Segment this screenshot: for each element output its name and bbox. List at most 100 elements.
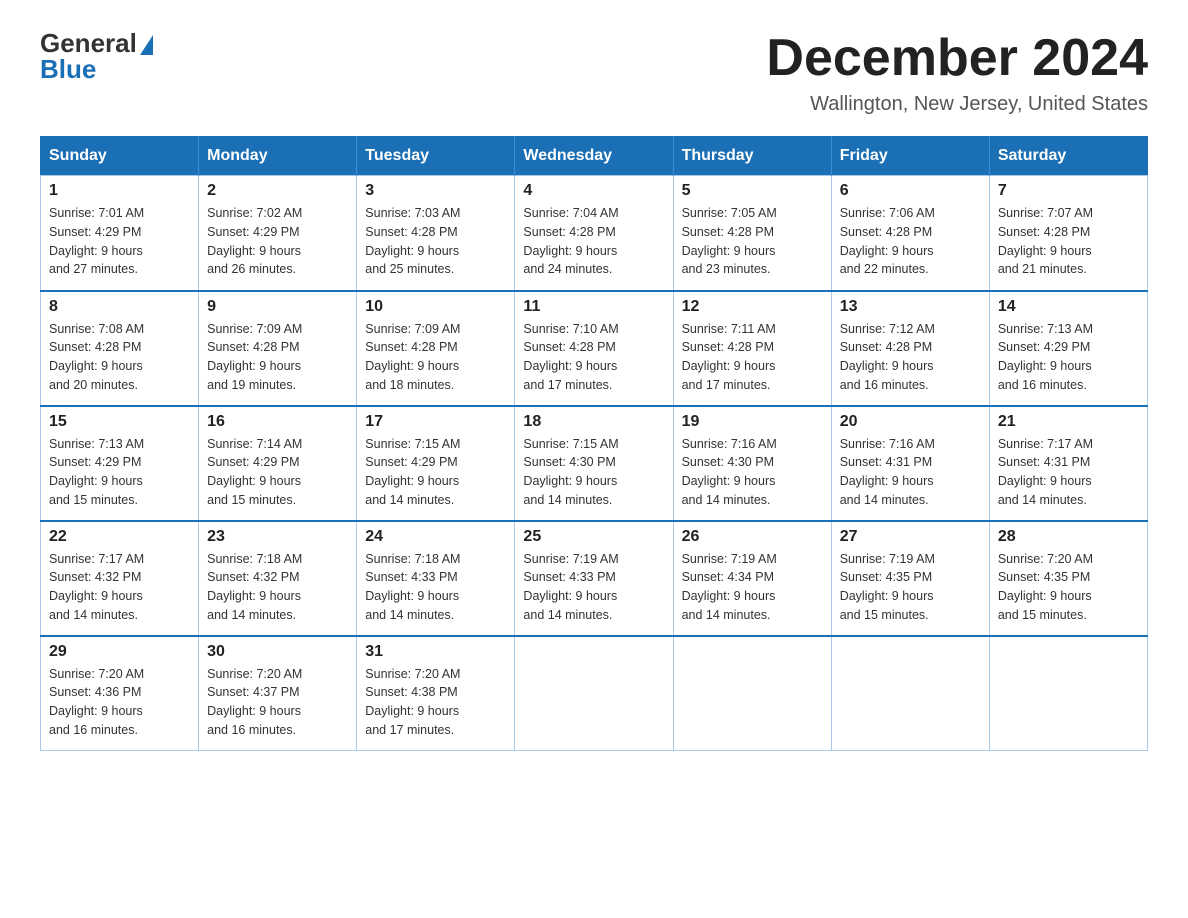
day-cell: 15Sunrise: 7:13 AMSunset: 4:29 PMDayligh…: [41, 406, 199, 521]
week-row-1: 1Sunrise: 7:01 AMSunset: 4:29 PMDaylight…: [41, 176, 1148, 291]
day-number: 4: [523, 182, 664, 200]
day-cell: 23Sunrise: 7:18 AMSunset: 4:32 PMDayligh…: [199, 521, 357, 636]
day-number: 11: [523, 298, 664, 316]
day-info: Sunrise: 7:18 AMSunset: 4:33 PMDaylight:…: [365, 550, 506, 625]
day-number: 16: [207, 413, 348, 431]
day-number: 29: [49, 643, 190, 661]
day-info: Sunrise: 7:20 AMSunset: 4:35 PMDaylight:…: [998, 550, 1139, 625]
day-cell: 12 Sunrise: 7:11 AMSunset: 4:28 PMDayligh…: [673, 291, 831, 406]
day-cell: 29Sunrise: 7:20 AMSunset: 4:36 PMDayligh…: [41, 636, 199, 751]
day-number: 22: [49, 528, 190, 546]
day-info: Sunrise: 7:13 AMSunset: 4:29 PMDaylight:…: [49, 435, 190, 510]
header-cell-monday: Monday: [199, 137, 357, 176]
logo-triangle-icon: [140, 35, 153, 55]
day-number: 7: [998, 182, 1139, 200]
day-info: Sunrise: 7:17 AMSunset: 4:32 PMDaylight:…: [49, 550, 190, 625]
logo-blue-text: Blue: [40, 56, 153, 82]
day-info: Sunrise: 7:19 AMSunset: 4:34 PMDaylight:…: [682, 550, 823, 625]
day-info: Sunrise: 7:13 AMSunset: 4:29 PMDaylight:…: [998, 320, 1139, 395]
day-number: 6: [840, 182, 981, 200]
day-cell: 18 Sunrise: 7:15 AMSunset: 4:30 PMDayligh…: [515, 406, 673, 521]
day-info: Sunrise: 7:06 AMSunset: 4:28 PMDaylight:…: [840, 204, 981, 279]
day-number: 10: [365, 298, 506, 316]
day-cell: 22 Sunrise: 7:17 AMSunset: 4:32 PMDayligh…: [41, 521, 199, 636]
logo-combined: General Blue: [40, 30, 153, 82]
day-cell: 13Sunrise: 7:12 AMSunset: 4:28 PMDayligh…: [831, 291, 989, 406]
day-cell: 3 Sunrise: 7:03 AMSunset: 4:28 PMDaylight…: [357, 176, 515, 291]
day-cell: [831, 636, 989, 751]
calendar-table: SundayMondayTuesdayWednesdayThursdayFrid…: [40, 136, 1148, 751]
day-cell: 21 Sunrise: 7:17 AMSunset: 4:31 PMDayligh…: [989, 406, 1147, 521]
calendar-subtitle: Wallington, New Jersey, United States: [766, 93, 1148, 116]
logo: General Blue: [40, 30, 153, 82]
day-info: Sunrise: 7:15 AMSunset: 4:29 PMDaylight:…: [365, 435, 506, 510]
logo-general-text: General: [40, 30, 137, 56]
day-cell: 14Sunrise: 7:13 AMSunset: 4:29 PMDayligh…: [989, 291, 1147, 406]
logo-row1: General: [40, 30, 153, 56]
day-number: 27: [840, 528, 981, 546]
day-number: 13: [840, 298, 981, 316]
week-row-3: 15Sunrise: 7:13 AMSunset: 4:29 PMDayligh…: [41, 406, 1148, 521]
day-number: 21: [998, 413, 1139, 431]
day-number: 9: [207, 298, 348, 316]
calendar-title: December 2024: [766, 30, 1148, 87]
title-section: December 2024 Wallington, New Jersey, Un…: [766, 30, 1148, 116]
day-info: Sunrise: 7:18 AMSunset: 4:32 PMDaylight:…: [207, 550, 348, 625]
day-info: Sunrise: 7:20 AMSunset: 4:37 PMDaylight:…: [207, 665, 348, 740]
day-cell: [673, 636, 831, 751]
week-row-4: 22 Sunrise: 7:17 AMSunset: 4:32 PMDayligh…: [41, 521, 1148, 636]
calendar-header: SundayMondayTuesdayWednesdayThursdayFrid…: [41, 137, 1148, 176]
day-cell: 20 Sunrise: 7:16 AMSunset: 4:31 PMDayligh…: [831, 406, 989, 521]
day-cell: 11 Sunrise: 7:10 AMSunset: 4:28 PMDayligh…: [515, 291, 673, 406]
day-info: Sunrise: 7:07 AMSunset: 4:28 PMDaylight:…: [998, 204, 1139, 279]
day-cell: 4 Sunrise: 7:04 AMSunset: 4:28 PMDaylight…: [515, 176, 673, 291]
day-info: Sunrise: 7:16 AMSunset: 4:31 PMDaylight:…: [840, 435, 981, 510]
page-header: General Blue December 2024 Wallington, N…: [40, 30, 1148, 116]
header-cell-tuesday: Tuesday: [357, 137, 515, 176]
day-info: Sunrise: 7:04 AMSunset: 4:28 PMDaylight:…: [523, 204, 664, 279]
day-info: Sunrise: 7:15 AMSunset: 4:30 PMDaylight:…: [523, 435, 664, 510]
day-info: Sunrise: 7:17 AMSunset: 4:31 PMDaylight:…: [998, 435, 1139, 510]
day-cell: 28Sunrise: 7:20 AMSunset: 4:35 PMDayligh…: [989, 521, 1147, 636]
day-cell: 9 Sunrise: 7:09 AMSunset: 4:28 PMDaylight…: [199, 291, 357, 406]
day-info: Sunrise: 7:10 AMSunset: 4:28 PMDaylight:…: [523, 320, 664, 395]
day-cell: 2 Sunrise: 7:02 AMSunset: 4:29 PMDaylight…: [199, 176, 357, 291]
day-number: 3: [365, 182, 506, 200]
day-number: 24: [365, 528, 506, 546]
day-cell: 31Sunrise: 7:20 AMSunset: 4:38 PMDayligh…: [357, 636, 515, 751]
day-cell: 10Sunrise: 7:09 AMSunset: 4:28 PMDayligh…: [357, 291, 515, 406]
day-number: 25: [523, 528, 664, 546]
day-number: 19: [682, 413, 823, 431]
day-cell: [989, 636, 1147, 751]
day-info: Sunrise: 7:03 AMSunset: 4:28 PMDaylight:…: [365, 204, 506, 279]
header-cell-saturday: Saturday: [989, 137, 1147, 176]
day-number: 30: [207, 643, 348, 661]
day-cell: 16Sunrise: 7:14 AMSunset: 4:29 PMDayligh…: [199, 406, 357, 521]
day-cell: 17Sunrise: 7:15 AMSunset: 4:29 PMDayligh…: [357, 406, 515, 521]
day-cell: [515, 636, 673, 751]
header-cell-thursday: Thursday: [673, 137, 831, 176]
day-number: 20: [840, 413, 981, 431]
day-cell: 27Sunrise: 7:19 AMSunset: 4:35 PMDayligh…: [831, 521, 989, 636]
day-cell: 5Sunrise: 7:05 AMSunset: 4:28 PMDaylight…: [673, 176, 831, 291]
week-row-2: 8Sunrise: 7:08 AMSunset: 4:28 PMDaylight…: [41, 291, 1148, 406]
day-number: 26: [682, 528, 823, 546]
day-number: 18: [523, 413, 664, 431]
day-number: 5: [682, 182, 823, 200]
day-info: Sunrise: 7:02 AMSunset: 4:29 PMDaylight:…: [207, 204, 348, 279]
day-number: 31: [365, 643, 506, 661]
calendar-body: 1Sunrise: 7:01 AMSunset: 4:29 PMDaylight…: [41, 176, 1148, 751]
day-cell: 7 Sunrise: 7:07 AMSunset: 4:28 PMDaylight…: [989, 176, 1147, 291]
day-number: 12: [682, 298, 823, 316]
week-row-5: 29Sunrise: 7:20 AMSunset: 4:36 PMDayligh…: [41, 636, 1148, 751]
day-cell: 6 Sunrise: 7:06 AMSunset: 4:28 PMDaylight…: [831, 176, 989, 291]
day-info: Sunrise: 7:16 AMSunset: 4:30 PMDaylight:…: [682, 435, 823, 510]
day-cell: 25 Sunrise: 7:19 AMSunset: 4:33 PMDayligh…: [515, 521, 673, 636]
day-info: Sunrise: 7:09 AMSunset: 4:28 PMDaylight:…: [207, 320, 348, 395]
header-cell-sunday: Sunday: [41, 137, 199, 176]
day-number: 8: [49, 298, 190, 316]
day-info: Sunrise: 7:11 AMSunset: 4:28 PMDaylight:…: [682, 320, 823, 395]
day-info: Sunrise: 7:19 AMSunset: 4:33 PMDaylight:…: [523, 550, 664, 625]
day-cell: 8Sunrise: 7:08 AMSunset: 4:28 PMDaylight…: [41, 291, 199, 406]
day-number: 2: [207, 182, 348, 200]
